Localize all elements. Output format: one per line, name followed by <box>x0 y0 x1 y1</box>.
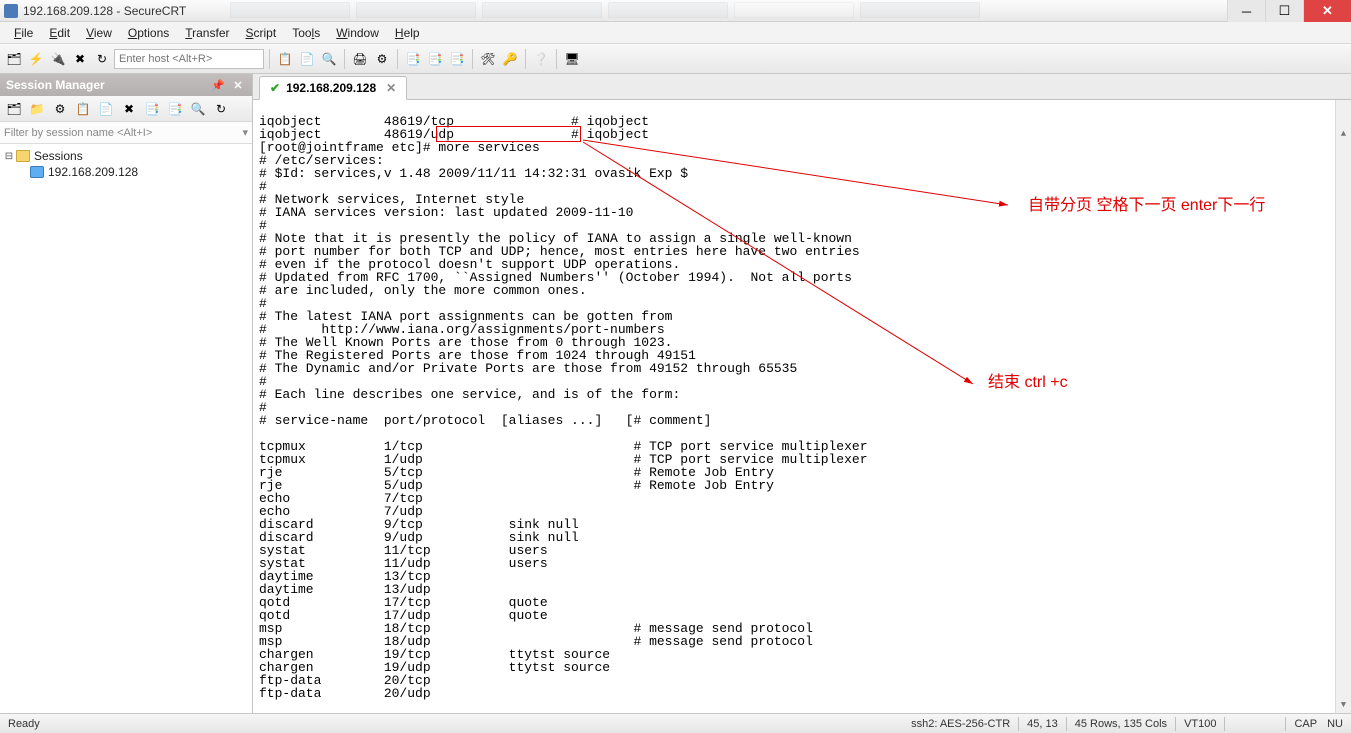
sm-btn-a-icon[interactable]: 📑 <box>142 99 162 119</box>
menu-options[interactable]: Options <box>120 24 177 42</box>
statusbar: Ready ssh2: AES-256-CTR 45, 13 45 Rows, … <box>0 713 1351 733</box>
sm-copy-icon[interactable]: 📋 <box>73 99 93 119</box>
terminal-text: iqobject 48619/tcp # iqobject iqobject 4… <box>259 114 868 701</box>
terminal-scrollbar[interactable]: ▲ ▼ <box>1335 100 1351 713</box>
menu-script[interactable]: Script <box>238 24 285 42</box>
session-manager-title: Session Manager <box>6 78 105 92</box>
sm-paste-icon[interactable]: 📄 <box>96 99 116 119</box>
tree-root[interactable]: ⊟ Sessions <box>0 148 252 164</box>
sm-new-session-icon[interactable]: 🗂 <box>4 99 24 119</box>
status-emulation: VT100 <box>1176 718 1224 730</box>
tree-collapse-icon[interactable]: ⊟ <box>2 151 16 162</box>
menu-window[interactable]: Window <box>328 24 387 42</box>
sm-prop-icon[interactable]: ⚙ <box>50 99 70 119</box>
sm-btn-c-icon[interactable]: 🔍 <box>188 99 208 119</box>
tree-root-label: Sessions <box>34 149 83 163</box>
folder-icon <box>16 150 30 162</box>
toolbar-connect-icon[interactable]: ⚡ <box>26 49 46 69</box>
tab-session[interactable]: ✔ 192.168.209.128 ✕ <box>259 76 407 100</box>
titlebar: 192.168.209.128 - SecureCRT ─ ☐ ✕ <box>0 0 1351 22</box>
filter-dropdown-icon[interactable]: ▾ <box>242 126 248 139</box>
toolbar-reconnect-icon[interactable]: ↻ <box>92 49 112 69</box>
terminal-output[interactable]: iqobject 48619/tcp # iqobject iqobject 4… <box>253 100 1351 713</box>
panel-pin-icon[interactable]: 📌 <box>210 77 226 93</box>
tree-session-label: 192.168.209.128 <box>48 165 138 179</box>
menu-tools[interactable]: Tools <box>284 24 328 42</box>
toolbar-btn-a-icon[interactable]: 📑 <box>403 49 423 69</box>
menubar: File Edit View Options Transfer Script T… <box>0 22 1351 44</box>
session-manager-panel: Session Manager 📌 ✕ 🗂 📁 ⚙ 📋 📄 ✖ 📑 📑 🔍 ↻ … <box>0 74 253 713</box>
toolbar-btn-d-icon[interactable]: 🛠 <box>478 49 498 69</box>
tab-connected-icon: ✔ <box>270 81 280 95</box>
toolbar: 🗂 ⚡ 🔌 ✖ ↻ 📋 📄 🔍 🖨 ⚙ 📑 📑 📑 🛠 🔑 ❔ 🖥 <box>0 44 1351 74</box>
sm-refresh-icon[interactable]: ↻ <box>211 99 231 119</box>
scroll-down-icon[interactable]: ▼ <box>1336 697 1351 713</box>
status-size: 45 Rows, 135 Cols <box>1067 718 1175 730</box>
minimize-button[interactable]: ─ <box>1227 0 1265 22</box>
status-ready: Ready <box>0 718 48 730</box>
tab-close-icon[interactable]: ✕ <box>386 81 396 95</box>
toolbar-session-manager-icon[interactable]: 🗂 <box>4 49 24 69</box>
annotation-end: 结束 ctrl +c <box>988 376 1068 389</box>
host-input[interactable] <box>114 49 264 69</box>
annotation-paging: 自带分页 空格下一页 enter下一行 <box>1028 195 1328 217</box>
scroll-up-icon[interactable]: ▲ <box>1336 126 1351 142</box>
toolbar-key-icon[interactable]: 🔑 <box>500 49 520 69</box>
background-window-tabs <box>230 2 980 18</box>
menu-file[interactable]: File <box>6 24 41 42</box>
toolbar-quick-connect-icon[interactable]: 🔌 <box>48 49 68 69</box>
session-manager-toolbar: 🗂 📁 ⚙ 📋 📄 ✖ 📑 📑 🔍 ↻ <box>0 96 252 122</box>
status-cursor: 45, 13 <box>1019 718 1066 730</box>
toolbar-disconnect-icon[interactable]: ✖ <box>70 49 90 69</box>
panel-close-icon[interactable]: ✕ <box>230 77 246 93</box>
session-filter-placeholder: Filter by session name <Alt+I> <box>4 127 152 139</box>
status-cap: CAP <box>1286 718 1325 730</box>
toolbar-screen-icon[interactable]: 🖥 <box>562 49 582 69</box>
toolbar-help-icon[interactable]: ❔ <box>531 49 551 69</box>
toolbar-btn-b-icon[interactable]: 📑 <box>425 49 445 69</box>
session-manager-header: Session Manager 📌 ✕ <box>0 74 252 96</box>
sm-btn-b-icon[interactable]: 📑 <box>165 99 185 119</box>
toolbar-btn-c-icon[interactable]: 📑 <box>447 49 467 69</box>
toolbar-paste-icon[interactable]: 📄 <box>297 49 317 69</box>
terminal-icon <box>30 166 44 178</box>
menu-transfer[interactable]: Transfer <box>177 24 237 42</box>
session-tree[interactable]: ⊟ Sessions 192.168.209.128 <box>0 144 252 713</box>
toolbar-prop-icon[interactable]: ⚙ <box>372 49 392 69</box>
menu-help[interactable]: Help <box>387 24 428 42</box>
toolbar-copy-icon[interactable]: 📋 <box>275 49 295 69</box>
sm-new-folder-icon[interactable]: 📁 <box>27 99 47 119</box>
tree-session-item[interactable]: 192.168.209.128 <box>0 164 252 180</box>
status-ssh: ssh2: AES-256-CTR <box>903 718 1018 730</box>
app-icon <box>4 4 18 18</box>
maximize-button[interactable]: ☐ <box>1265 0 1303 22</box>
window-title: 192.168.209.128 - SecureCRT <box>23 4 186 18</box>
sm-delete-icon[interactable]: ✖ <box>119 99 139 119</box>
tab-label: 192.168.209.128 <box>286 81 376 95</box>
menu-view[interactable]: View <box>78 24 120 42</box>
status-num: NU <box>1325 718 1351 730</box>
session-filter[interactable]: Filter by session name <Alt+I> ▾ <box>0 122 252 144</box>
toolbar-find-icon[interactable]: 🔍 <box>319 49 339 69</box>
tab-strip: ✔ 192.168.209.128 ✕ <box>253 74 1351 100</box>
toolbar-print-icon[interactable]: 🖨 <box>350 49 370 69</box>
menu-edit[interactable]: Edit <box>41 24 78 42</box>
close-button[interactable]: ✕ <box>1303 0 1351 22</box>
